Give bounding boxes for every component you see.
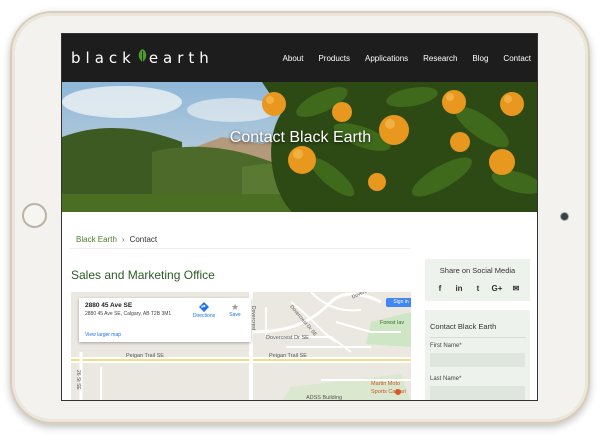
leaf-icon (138, 49, 147, 62)
nav-about[interactable]: About (283, 54, 304, 63)
form-divider (430, 337, 526, 338)
view-larger-map-link[interactable]: View larger map (85, 332, 121, 338)
linkedin-icon[interactable]: in (452, 283, 466, 295)
breadcrumb-current: Contact (129, 235, 158, 244)
map-label-street: Peigan Trail SE (126, 353, 164, 359)
map-address-card: 2880 45 Ave SE 2880 45 Ave SE, Calgary, … (79, 298, 251, 342)
nav-applications[interactable]: Applications (365, 54, 408, 63)
map-label-street: Dovercrest (250, 306, 256, 331)
directions-icon (199, 302, 209, 312)
main-menu: About Products Applications Research Blo… (268, 34, 531, 82)
nav-products[interactable]: Products (318, 54, 350, 63)
nav-contact[interactable]: Contact (503, 54, 531, 63)
save-button[interactable]: ★ Save (225, 302, 245, 318)
breadcrumb-home-link[interactable]: Black Earth (76, 235, 117, 244)
google-plus-icon[interactable]: G+ (490, 283, 504, 295)
facebook-icon[interactable]: f (433, 283, 447, 295)
map-label-street: 26 St SE (75, 370, 81, 390)
share-panel: Share on Social Media f in t G+ ✉ (425, 259, 530, 301)
directions-label: Directions (192, 313, 216, 319)
logo[interactable]: black earth (71, 47, 214, 69)
save-label: Save (229, 312, 241, 318)
twitter-icon[interactable]: t (471, 283, 485, 295)
map-label-place: Sports Calgari (371, 389, 406, 395)
embedded-map[interactable]: 2880 45 Ave SE 2880 45 Ave SE, Calgary, … (71, 292, 411, 401)
first-name-label: First Name* (430, 343, 462, 349)
form-title: Contact Black Earth (430, 322, 497, 331)
nav-blog[interactable]: Blog (472, 54, 488, 63)
directions-button[interactable]: Directions (191, 302, 217, 319)
map-label-street: Dovercrest Dr SE (266, 335, 309, 341)
camera-icon (561, 213, 568, 220)
map-address-title: 2880 45 Ave SE (85, 302, 133, 309)
breadcrumb: Black Earth › Contact (76, 235, 157, 244)
section-title: Sales and Marketing Office (71, 268, 215, 282)
share-title: Share on Social Media (439, 266, 516, 275)
map-label-place: Martin Moto (371, 381, 401, 387)
map-label-street: Peigan Trail SE (269, 353, 307, 359)
map-label-place: ADSS Building (306, 395, 343, 401)
map-label-street: Forest lav (380, 320, 405, 326)
nav-research[interactable]: Research (423, 54, 457, 63)
hero-orchard-image (62, 82, 537, 212)
last-name-field[interactable] (430, 386, 525, 400)
logo-text-left: black (71, 49, 136, 67)
hero-title: Contact Black Earth (229, 129, 372, 146)
contact-form-panel: Contact Black Earth First Name* Last Nam… (425, 310, 530, 400)
map-address-full: 2880 45 Ave SE, Calgary, AB T2B 3M1 (85, 311, 172, 317)
logo-text-right: earth (148, 49, 214, 67)
breadcrumb-divider (70, 248, 410, 249)
top-nav: black earth About Products Applications … (62, 34, 537, 82)
social-icons: f in t G+ ✉ (433, 283, 523, 295)
email-icon[interactable]: ✉ (509, 283, 523, 295)
tablet-screen: black earth About Products Applications … (61, 33, 538, 401)
star-icon: ★ (230, 302, 240, 312)
home-button[interactable] (22, 203, 47, 228)
first-name-field[interactable] (430, 353, 525, 367)
hero-banner: Contact Black Earth (62, 82, 537, 212)
map-signin-button[interactable]: Sign in (386, 298, 411, 307)
last-name-label: Last Name* (430, 376, 462, 382)
breadcrumb-separator: › (121, 235, 125, 244)
